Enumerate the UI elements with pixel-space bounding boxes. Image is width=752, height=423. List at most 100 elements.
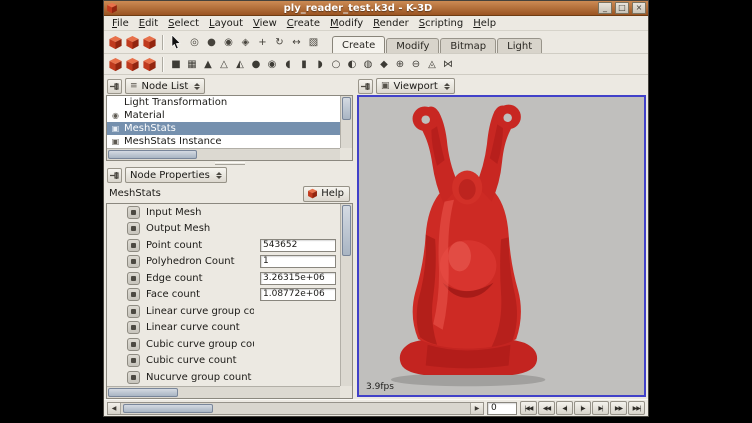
node-list-item[interactable]: ▣ MeshStats Instance xyxy=(107,135,340,148)
delete-node-icon[interactable] xyxy=(141,56,158,73)
maximize-button[interactable]: □ xyxy=(615,2,629,14)
titlebar[interactable]: ply_reader_test.k3d - K-3D _ □ × xyxy=(104,1,648,16)
panel-type-combo[interactable]: ≡ Node List xyxy=(125,78,205,94)
vscroll-thumb[interactable] xyxy=(342,97,351,120)
poly-torus-icon[interactable]: ◗ xyxy=(312,56,328,72)
poly-pyramid-icon[interactable]: △ xyxy=(216,56,232,72)
pin-panel-button[interactable] xyxy=(358,79,373,94)
select-points-tool-icon[interactable]: ● xyxy=(203,34,220,51)
scroll-left-button[interactable]: ◀ xyxy=(108,403,121,414)
channel-connect-icon[interactable] xyxy=(127,206,140,219)
snap-tool-icon[interactable]: ▧ xyxy=(305,34,322,51)
menu-item[interactable]: File xyxy=(107,18,134,29)
properties-vscrollbar[interactable] xyxy=(340,204,352,386)
scrollbar-thumb[interactable] xyxy=(123,404,213,413)
poly-cone-icon[interactable]: ▲ xyxy=(200,56,216,72)
move-tool-icon[interactable]: + xyxy=(254,34,271,51)
primitive-glyph: ⋈ xyxy=(443,59,453,70)
channel-connect-icon[interactable] xyxy=(127,272,140,285)
next-frame-button[interactable]: ▶| xyxy=(592,401,609,415)
properties-hscrollbar[interactable] xyxy=(107,386,340,398)
property-value-field[interactable]: 1.08772e+06 xyxy=(260,288,336,301)
poly-cylinder-icon[interactable]: ◖ xyxy=(280,56,296,72)
vscroll-thumb[interactable] xyxy=(342,205,351,256)
poly-grid-icon[interactable]: ▦ xyxy=(184,56,200,72)
scroll-right-button[interactable]: ▶ xyxy=(470,403,483,414)
poly-disk-icon[interactable]: ◉ xyxy=(264,56,280,72)
nurbs-sphere-icon[interactable]: ◍ xyxy=(360,56,376,72)
tab-bitmap[interactable]: Bitmap xyxy=(440,38,496,53)
tab-modify[interactable]: Modify xyxy=(386,38,439,53)
pin-panel-button[interactable] xyxy=(107,79,122,94)
panel-type-combo[interactable]: ▣ Viewport xyxy=(376,78,455,94)
select-arrow-tool[interactable] xyxy=(168,34,184,51)
channel-connect-icon[interactable] xyxy=(127,239,140,252)
frame-number-field[interactable]: 0 xyxy=(487,402,517,415)
property-value-field[interactable]: 1 xyxy=(260,255,336,268)
instantiate-node-icon[interactable] xyxy=(107,56,124,73)
close-button[interactable]: × xyxy=(632,2,646,14)
scrollbar-track[interactable] xyxy=(121,403,470,414)
new-document-icon[interactable] xyxy=(107,34,124,51)
menu-item[interactable]: Help xyxy=(468,18,501,29)
open-document-icon[interactable] xyxy=(124,34,141,51)
save-document-icon[interactable] xyxy=(141,34,158,51)
panel-type-combo[interactable]: Node Properties xyxy=(125,167,227,183)
poly-tube-icon[interactable]: ▮ xyxy=(296,56,312,72)
channel-connect-icon[interactable] xyxy=(127,354,140,367)
bilinear-patch-icon[interactable]: ◆ xyxy=(376,56,392,72)
menu-item[interactable]: View xyxy=(248,18,282,29)
node-list-item[interactable]: ◉ Material xyxy=(107,109,340,122)
rotate-tool-icon[interactable]: ↻ xyxy=(271,34,288,51)
hscroll-thumb[interactable] xyxy=(108,150,197,159)
select-lines-tool-icon[interactable]: ◉ xyxy=(220,34,237,51)
go-last-frame-button[interactable]: ▶▶| xyxy=(628,401,645,415)
node-list-item[interactable]: Light Transformation xyxy=(107,96,340,109)
select-faces-tool-icon[interactable]: ◈ xyxy=(237,34,254,51)
channel-connect-icon[interactable] xyxy=(127,305,140,318)
select-nodes-tool-icon[interactable]: ◎ xyxy=(186,34,203,51)
menu-item[interactable]: Render xyxy=(368,18,414,29)
property-value-field[interactable]: 543652 xyxy=(260,239,336,252)
menu-item[interactable]: Modify xyxy=(325,18,368,29)
fast-forward-button[interactable]: ▶▶ xyxy=(610,401,627,415)
rewind-button[interactable]: ◀◀ xyxy=(538,401,555,415)
tab-create[interactable]: Create xyxy=(332,36,385,53)
menu-item[interactable]: Create xyxy=(282,18,325,29)
duplicate-node-icon[interactable] xyxy=(124,56,141,73)
menu-item[interactable]: Layout xyxy=(204,18,248,29)
scale-tool-icon[interactable]: ↔ xyxy=(288,34,305,51)
channel-connect-icon[interactable] xyxy=(127,338,140,351)
go-first-frame-button[interactable]: |◀◀ xyxy=(520,401,537,415)
3d-viewport[interactable]: 3.9fps xyxy=(357,95,646,397)
tab-light[interactable]: Light xyxy=(497,38,542,53)
polyhedron-icon[interactable]: ◬ xyxy=(424,56,440,72)
property-value-field[interactable]: 3.26315e+06 xyxy=(260,272,336,285)
channel-connect-icon[interactable] xyxy=(127,321,140,334)
menu-item[interactable]: Edit xyxy=(134,18,163,29)
node-list-hscrollbar[interactable] xyxy=(107,148,340,160)
teapot-icon[interactable]: ⋈ xyxy=(440,56,456,72)
circle-icon[interactable]: ○ xyxy=(328,56,344,72)
timeline-scrollbar[interactable]: ◀ ▶ xyxy=(107,402,484,415)
menu-item[interactable]: Select xyxy=(163,18,204,29)
hyperboloid-icon[interactable]: ⊖ xyxy=(408,56,424,72)
channel-connect-icon[interactable] xyxy=(127,288,140,301)
node-list-vscrollbar[interactable] xyxy=(340,96,352,148)
poly-sphere-icon[interactable]: ● xyxy=(248,56,264,72)
node-list-item[interactable]: ▣ MeshStats xyxy=(107,122,340,135)
minimize-button[interactable]: _ xyxy=(598,2,612,14)
poly-cube-icon[interactable]: ■ xyxy=(168,56,184,72)
channel-connect-icon[interactable] xyxy=(127,371,140,384)
hemisphere-icon[interactable]: ◐ xyxy=(344,56,360,72)
play-button[interactable]: |▶ xyxy=(574,401,591,415)
pin-panel-button[interactable] xyxy=(107,168,122,183)
channel-connect-icon[interactable] xyxy=(127,222,140,235)
paraboloid-icon[interactable]: ⊕ xyxy=(392,56,408,72)
help-button[interactable]: Help xyxy=(303,186,350,202)
poly-prism-icon[interactable]: ◭ xyxy=(232,56,248,72)
menu-item[interactable]: Scripting xyxy=(414,18,468,29)
channel-connect-icon[interactable] xyxy=(127,255,140,268)
hscroll-thumb[interactable] xyxy=(108,388,178,397)
previous-frame-button[interactable]: ◀| xyxy=(556,401,573,415)
